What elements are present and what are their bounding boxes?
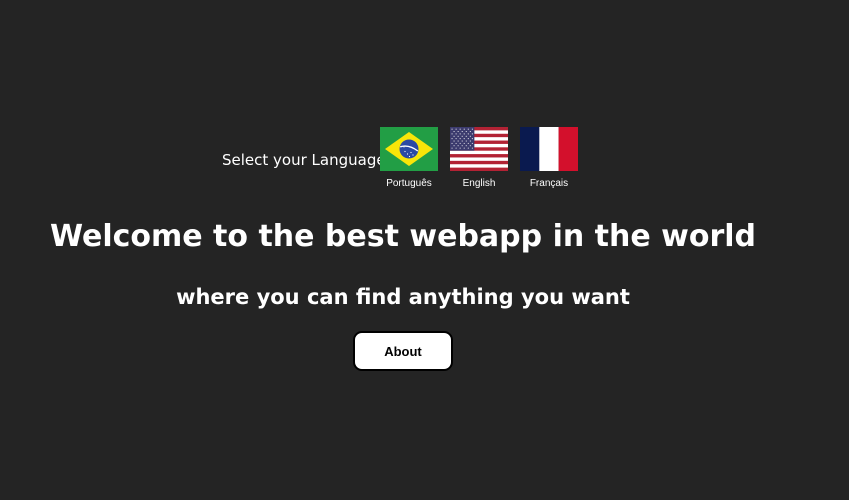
page-title: Welcome to the best webapp in the world — [49, 219, 757, 254]
france-flag-icon — [520, 127, 578, 171]
language-name-french: Français — [529, 178, 569, 189]
page-subtitle: where you can find anything you want — [176, 285, 630, 309]
language-option-portuguese[interactable]: Português — [380, 127, 438, 190]
language-option-french[interactable]: Français — [520, 127, 578, 190]
about-button[interactable]: About — [353, 331, 453, 371]
usa-flag-icon — [450, 127, 508, 171]
language-name-english: English — [462, 178, 496, 189]
language-option-english[interactable]: English — [450, 127, 508, 190]
language-selector-label: Select your Language — [222, 151, 386, 169]
language-name-portuguese: Português — [386, 178, 432, 189]
brazil-flag-icon — [380, 127, 438, 171]
